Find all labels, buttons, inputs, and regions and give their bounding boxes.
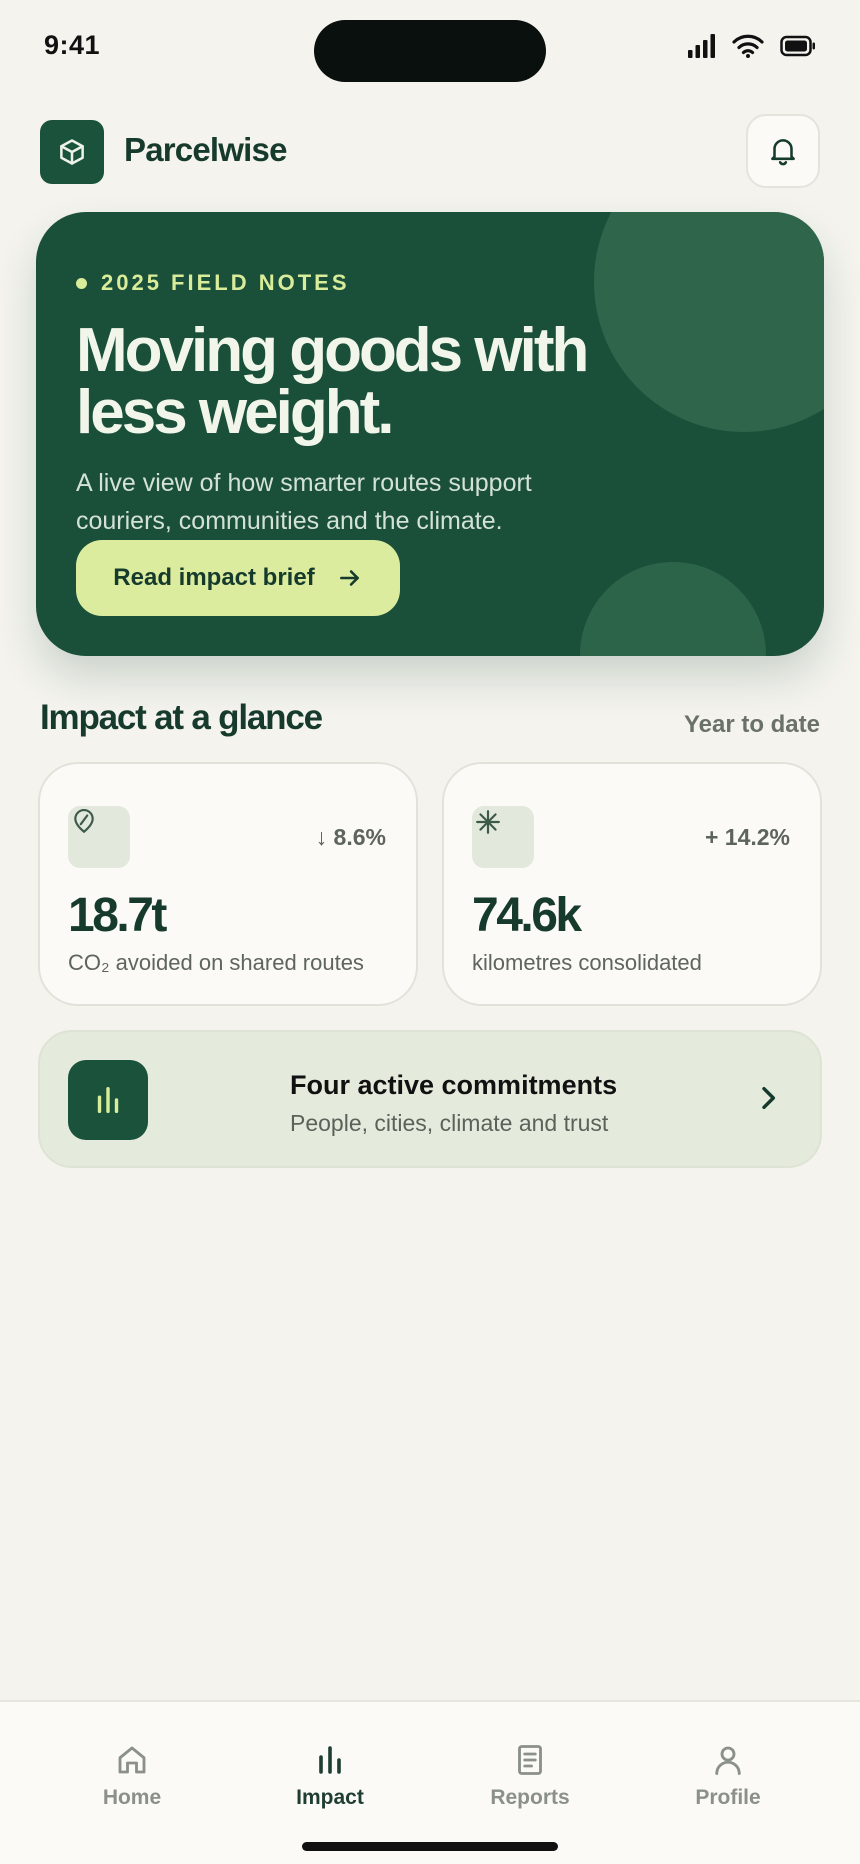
stat-caption: kilometres consolidated bbox=[472, 950, 702, 975]
hero-eyebrow: 2025 FIELD NOTES bbox=[76, 270, 350, 296]
section-title: Impact at a glance bbox=[40, 698, 323, 737]
hero-subtitle-line: couriers, communities and the climate. bbox=[76, 507, 503, 535]
nav-label: Home bbox=[102, 1786, 162, 1809]
notifications-button[interactable] bbox=[746, 114, 820, 188]
signal-icon bbox=[688, 34, 715, 58]
stat-icon-tile bbox=[472, 806, 534, 868]
hero-title: Moving goods with less weight. bbox=[76, 320, 636, 444]
hero-card: 2025 FIELD NOTES Moving goods with less … bbox=[36, 212, 824, 656]
wifi-icon bbox=[732, 34, 764, 58]
stat-card-distance[interactable]: + 14.2% 74.6k kilometres consolidated bbox=[442, 762, 822, 1006]
brand-name: Parcelwise bbox=[124, 131, 287, 168]
arrow-right-icon bbox=[339, 570, 359, 586]
stat-delta: ↓ 8.6% bbox=[315, 824, 386, 850]
commitments-title: Four active commitments bbox=[290, 1070, 618, 1100]
stat-value: 18.7t bbox=[68, 889, 167, 942]
period-selector[interactable]: Year to date bbox=[684, 711, 820, 739]
document-icon bbox=[518, 1745, 542, 1775]
bar-chart-icon bbox=[319, 1746, 341, 1774]
stat-icon-tile bbox=[68, 806, 130, 868]
home-indicator[interactable] bbox=[302, 1842, 558, 1851]
eyebrow-text: 2025 FIELD NOTES bbox=[101, 270, 350, 295]
eyebrow-dot bbox=[76, 277, 87, 289]
sparkle-icon bbox=[476, 810, 500, 834]
hero-title-line: less weight. bbox=[76, 378, 394, 447]
dynamic-island bbox=[314, 20, 546, 82]
bar-chart-icon bbox=[97, 1086, 119, 1114]
status-time: 9:41 bbox=[44, 30, 101, 60]
commitments-subtitle: People, cities, climate and trust bbox=[290, 1110, 609, 1136]
package-icon bbox=[60, 139, 84, 165]
nav-label: Profile bbox=[695, 1786, 761, 1809]
cta-label: Read impact brief bbox=[113, 564, 315, 591]
chevron-right-icon bbox=[762, 1086, 776, 1110]
user-icon bbox=[715, 1746, 741, 1775]
read-impact-brief-button[interactable]: Read impact brief bbox=[76, 540, 400, 616]
battery-icon bbox=[780, 35, 815, 57]
nav-item-profile[interactable]: Profile bbox=[628, 1742, 828, 1810]
nav-label: Reports bbox=[490, 1786, 570, 1809]
stat-value: 74.6k bbox=[472, 889, 582, 942]
nav-item-home[interactable]: Home bbox=[32, 1742, 232, 1810]
hero-subtitle: A live view of how smarter routes suppor… bbox=[76, 464, 636, 540]
stat-card-co2[interactable]: ↓ 8.6% 18.7t CO₂ avoided on shared route… bbox=[38, 762, 418, 1006]
bell-icon bbox=[771, 139, 795, 166]
nav-label: Impact bbox=[296, 1786, 364, 1809]
hero-decor-circle bbox=[580, 562, 766, 656]
leaf-icon bbox=[74, 809, 94, 833]
hero-subtitle-line: A live view of how smarter routes suppor… bbox=[76, 469, 532, 497]
nav-item-reports[interactable]: Reports bbox=[430, 1742, 630, 1810]
stat-delta: + 14.2% bbox=[704, 824, 790, 850]
bottom-nav: Home Impact Reports Profile bbox=[0, 1700, 860, 1864]
status-icons bbox=[688, 34, 816, 58]
brand-logo[interactable] bbox=[40, 120, 104, 184]
hero-title-line: Moving goods with bbox=[76, 316, 589, 385]
home-icon bbox=[118, 1746, 146, 1774]
stat-caption: CO₂ avoided on shared routes bbox=[68, 950, 364, 975]
commitments-icon-tile bbox=[68, 1060, 148, 1140]
nav-item-impact[interactable]: Impact bbox=[230, 1742, 430, 1810]
commitments-row[interactable]: Four active commitments People, cities, … bbox=[38, 1030, 822, 1168]
